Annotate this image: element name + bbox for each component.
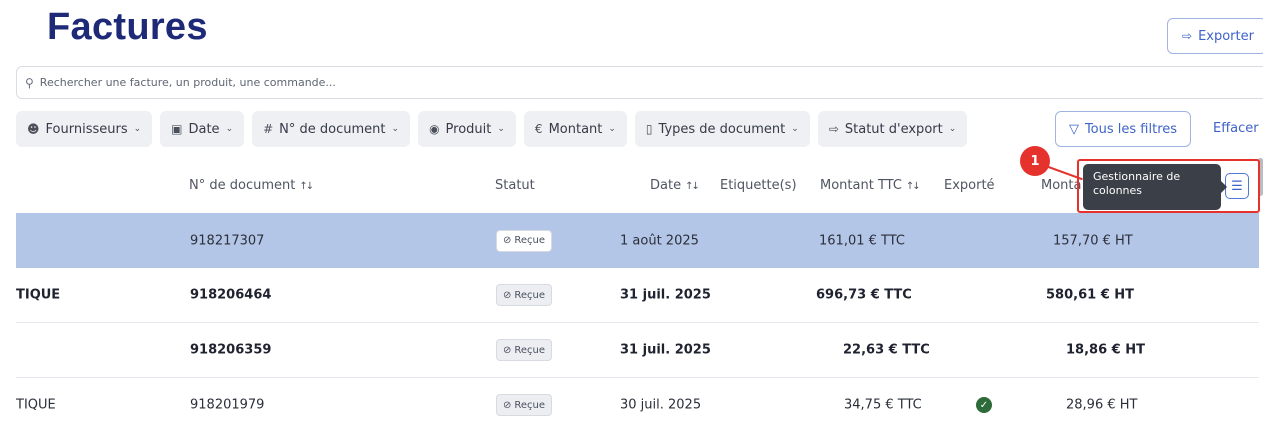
product-icon: ◉ [429,122,440,136]
clock-icon: ⊘ [503,235,512,246]
column-header-date[interactable]: Date ↑↓ [650,178,700,193]
doc-number-cell: 918201979 [190,397,265,413]
filter-label: Montant [548,121,603,137]
chevron-down-icon: ⌄ [133,124,142,134]
funnel-icon: ▽ [1068,121,1079,137]
filter-date[interactable]: ▣ Date ⌄ [160,111,245,147]
filter-label: N° de document [279,121,386,137]
all-filters-label: Tous les filtres [1084,121,1178,137]
chevron-down-icon: ⌄ [225,124,234,134]
search-icon: ⚲ [25,75,34,90]
filter-label: Fournisseurs [45,121,128,137]
filter-export-status[interactable]: ⇨ Statut d'export ⌄ [817,111,968,147]
filter-label: Produit [445,121,492,137]
exported-check-icon: ✓ [976,397,992,413]
column-header-amount-ht[interactable]: Monta [1041,178,1081,193]
amount-ht-cell: 580,61 € HT [1046,287,1135,303]
filter-product[interactable]: ◉ Produit ⌄ [418,111,516,147]
page-title: Factures [47,6,208,48]
date-cell: 31 juil. 2025 [620,287,711,303]
clock-icon: ⊘ [503,344,512,356]
table-row[interactable]: 918217307 ⊘ Reçue 1 août 2025 161,01 € TT… [16,213,1259,268]
chevron-down-icon: ⌄ [391,124,400,134]
supplier-cell: TIQUE [16,287,61,303]
export-button[interactable]: ⇨ Exporter [1167,18,1263,54]
amount-ttc-cell: 696,73 € TTC [816,287,912,303]
status-badge: ⊘ Reçue [496,394,553,416]
status-badge: ⊘ Reçue [496,284,553,306]
table-row[interactable]: TIQUE 918206464 ⊘ Reçue 31 juil. 2025 696… [16,268,1259,323]
amount-ht-cell: 157,70 € HT [1053,233,1133,248]
column-header-labels[interactable]: Etiquette(s) [720,178,797,193]
export-button-label: Exporter [1198,28,1254,44]
column-header-label: Date [650,178,682,193]
filter-label: Statut d'export [844,121,943,137]
clock-icon: ⊘ [503,289,512,301]
annotation-step-badge: 1 [1020,146,1050,176]
filter-amount[interactable]: € Montant ⌄ [523,111,627,147]
export-icon: ⇨ [1182,29,1193,43]
doc-number-cell: 918217307 [190,233,265,248]
filter-label: Date [188,121,220,137]
hash-icon: # [263,122,274,136]
chevron-down-icon: ⌄ [791,124,799,134]
filter-bar: ☻ Fournisseurs ⌄ ▣ Date ⌄ # N° de docume… [16,111,968,147]
amount-ttc-cell: 22,63 € TTC [843,342,930,358]
date-cell: 31 juil. 2025 [620,342,711,358]
doc-number-cell: 918206464 [190,287,272,303]
search-placeholder: Rechercher une facture, un produit, une … [39,76,336,89]
column-header-label: Montant TTC [820,178,902,193]
search-input[interactable]: ⚲ Rechercher une facture, un produit, un… [16,66,1263,99]
all-filters-button[interactable]: ▽ Tous les filtres [1055,111,1191,147]
amount-ttc-cell: 161,01 € TTC [819,233,905,248]
filter-label: Types de document [658,121,786,137]
sort-icon: ↑↓ [299,181,314,192]
amount-ht-cell: 18,86 € HT [1066,342,1145,358]
amount-ttc-cell: 34,75 € TTC [844,397,922,413]
clock-icon: ⊘ [503,399,512,411]
person-icon: ☻ [27,122,40,136]
column-header-amount-ttc[interactable]: Montant TTC ↑↓ [820,178,921,193]
status-badge: ⊘ Reçue [496,229,553,252]
doc-number-cell: 918206359 [190,342,272,358]
status-label: Reçue [514,344,546,356]
table-row[interactable]: TIQUE 918201979 ⊘ Reçue 30 juil. 2025 34,… [16,378,1259,427]
column-header-doc-number[interactable]: N° de document ↑↓ [189,178,314,193]
euro-icon: € [534,122,543,136]
supplier-cell: TIQUE [16,397,56,413]
chevron-down-icon: ⌄ [608,124,616,134]
column-header-label: N° de document [189,178,296,193]
status-badge: ⊘ Reçue [496,339,553,361]
status-label: Reçue [514,399,546,411]
chevron-down-icon: ⌄ [497,124,505,134]
status-label: Reçue [514,289,546,301]
table-row[interactable]: 918206359 ⊘ Reçue 31 juil. 2025 22,63 € T… [16,323,1259,378]
status-label: Reçue [514,235,546,246]
date-cell: 30 juil. 2025 [620,397,702,413]
date-cell: 1 août 2025 [620,233,699,248]
calendar-icon: ▣ [171,122,183,136]
filter-suppliers[interactable]: ☻ Fournisseurs ⌄ [16,111,153,147]
annotation-highlight-box [1077,159,1260,213]
filter-doc-number[interactable]: # N° de document ⌄ [252,111,411,147]
column-header-status[interactable]: Statut [495,178,535,193]
document-icon: ▯ [645,122,653,136]
clear-filters-link[interactable]: Effacer [1213,121,1259,136]
export-icon: ⇨ [828,122,839,136]
sort-icon: ↑↓ [905,181,921,192]
amount-ht-cell: 28,96 € HT [1066,397,1138,413]
sort-icon: ↑↓ [685,181,700,192]
filter-doc-types[interactable]: ▯ Types de document ⌄ [634,111,810,147]
column-header-exported[interactable]: Exporté [944,178,995,193]
chevron-down-icon: ⌄ [948,124,957,134]
